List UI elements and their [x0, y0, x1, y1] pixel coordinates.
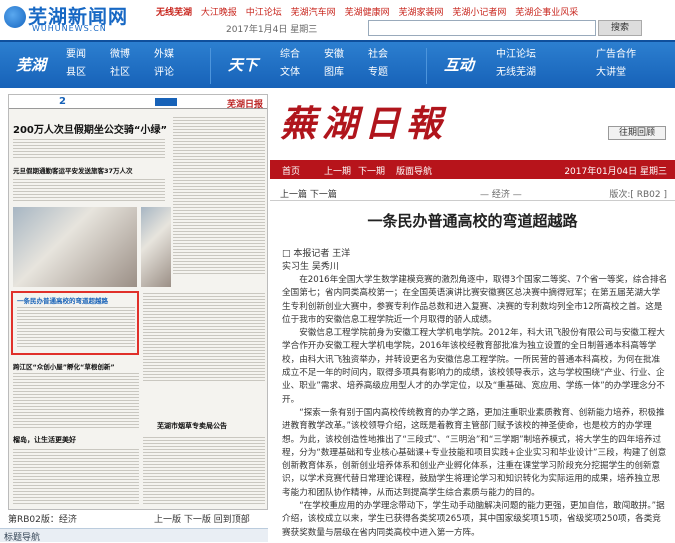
next-page-link[interactable]: 下一版 [184, 515, 211, 525]
paper-name: 芜湖日报 [226, 100, 263, 110]
page-number: 2 [59, 96, 66, 107]
title-nav-label: 标题导航 [4, 533, 41, 543]
nav-link[interactable]: 评论 [154, 64, 174, 82]
page-pager: 上一版 下一版 回到顶部 [154, 512, 250, 525]
search-button[interactable]: 搜索 [598, 20, 642, 36]
issue-date: 2017年01月04日 星期三 [564, 167, 667, 177]
top-link[interactable]: 大江晚报 [201, 8, 237, 18]
page-headline[interactable]: 跨江区“众创小屋”孵化“草根创新” [13, 361, 139, 371]
nav-link[interactable]: 外媒 [154, 46, 174, 64]
nav-block-title[interactable]: 互动 [444, 54, 474, 75]
nav-column: 社会 专题 [368, 46, 388, 82]
prev-article-link[interactable]: 上一篇 [280, 190, 307, 200]
highlighted-article[interactable]: 一条民办普通高校的弯道超越路 [11, 291, 139, 355]
nav-link[interactable]: 要闻 [66, 46, 86, 64]
article-paragraph: 在2016年全国大学生数学建模竞赛的激烈角逐中，取得3个国家二等奖、7个省一等奖… [282, 275, 668, 325]
back-to-top-link[interactable]: 回到顶部 [214, 515, 250, 525]
back-issues-button[interactable]: 往期回顾 [608, 126, 666, 140]
page-text-block [17, 305, 135, 349]
nav-link[interactable]: 文体 [280, 64, 300, 82]
nav-column: 微博 社区 [110, 46, 130, 82]
page-text-block [13, 137, 165, 159]
prev-issue-link[interactable]: 上一期 [324, 164, 351, 177]
nav-column: 要闻 县区 [66, 46, 86, 82]
main-nav: 芜湖 要闻 县区 微博 社区 外媒 评论 天下 综合 文体 安徽 图库 社会 专… [0, 40, 675, 88]
article-title: 一条民办普通高校的弯道超越路 [367, 212, 578, 230]
nav-link[interactable]: 专题 [368, 64, 388, 82]
nav-column: 外媒 评论 [154, 46, 174, 82]
logo-subtext: WUHUNEWS.CN [32, 24, 107, 33]
site-logo[interactable]: 芜湖新闻网 WUHUNEWS.CN [4, 4, 164, 36]
top-link[interactable]: 芜湖企事业风采 [515, 8, 578, 18]
page-photo [141, 207, 171, 287]
newspaper-page-image[interactable]: 2 芜湖日报 200万人次旦假期坐公交骑“小绿” 元旦假期通勤客运平安发送旅客3… [8, 94, 268, 510]
nav-link[interactable]: 广告合作 [596, 46, 636, 64]
nav-column: 安徽 图库 [324, 46, 344, 82]
nav-column: 综合 文体 [280, 46, 300, 82]
nav-link[interactable]: 社区 [110, 64, 130, 82]
next-article-link[interactable]: 下一篇 [310, 190, 337, 200]
nav-link[interactable]: 安徽 [324, 46, 344, 64]
next-issue-link[interactable]: 下一期 [358, 164, 385, 177]
nav-link[interactable]: 无线芜湖 [496, 64, 536, 82]
article-paragraph: “在学校重应用的办学理念带动下，学生动手动脑解决问题的能力更强，更加自信，敢闯敢… [282, 501, 665, 538]
nav-block-title[interactable]: 芜湖 [16, 54, 46, 75]
page-headline[interactable]: 元旦假期通勤客运平安发送旅客37万人次 [13, 165, 169, 175]
top-link[interactable]: 芜湖健康网 [345, 8, 390, 18]
article-body: 在2016年全国大学生数学建模竞赛的激烈角逐中，取得3个国家二等奖、7个省一等奖… [282, 274, 668, 540]
top-link[interactable]: 芜湖家装网 [398, 8, 443, 18]
page-text-block [173, 115, 265, 275]
paper-brand-logo: 蕪湖日報 [280, 103, 449, 145]
section-name: — 经济 — [480, 190, 522, 200]
nav-divider [210, 48, 211, 84]
nav-link[interactable]: 图库 [324, 64, 344, 82]
top-link[interactable]: 芜湖小记者网 [452, 8, 506, 18]
issue-nav-bar: 首页 上一期 下一期 版面导航 2017年01月04日 星期三 [270, 160, 675, 179]
site-header: 芜湖新闻网 WUHUNEWS.CN 无线芜湖 大江晚报 中江论坛 芜湖汽车网 芜… [0, 0, 675, 36]
search-input[interactable] [368, 20, 596, 36]
edition-label: 版次:[ RB02 ] [609, 190, 667, 200]
page-text-block [143, 435, 265, 505]
page-nav-link[interactable]: 版面导航 [396, 164, 432, 177]
page-text-block [13, 447, 139, 505]
page-headline[interactable]: 200万人次旦假期坐公交骑“小绿” [13, 121, 173, 136]
top-link[interactable]: 中江论坛 [246, 8, 282, 18]
page-text-block [13, 177, 165, 203]
top-links: 无线芜湖 大江晚报 中江论坛 芜湖汽车网 芜湖健康网 芜湖家装网 芜湖小记者网 … [156, 5, 584, 18]
header-date: 2017年1月4日 星期三 [226, 25, 318, 35]
prev-page-link[interactable]: 上一版 [154, 515, 181, 525]
page-headline[interactable]: 榴岛，让生活更美好 [13, 435, 139, 445]
nav-column: 中江论坛 无线芜湖 [496, 46, 536, 82]
nav-link[interactable]: 县区 [66, 64, 86, 82]
logo-mark-icon [4, 6, 26, 28]
page-text-block [143, 291, 265, 381]
article-paragraph: “探索一条有别于国内高校传统教育的办学之路，更加注重职业素质教育、创新能力培养，… [282, 407, 667, 498]
nav-link[interactable]: 综合 [280, 46, 300, 64]
section-tag [155, 98, 177, 106]
page-headline[interactable]: 芜湖市烟草专卖局公告 [157, 421, 267, 431]
nav-link[interactable]: 中江论坛 [496, 46, 536, 64]
page-headline: 一条民办普通高校的弯道超越路 [17, 297, 108, 305]
nav-block-title[interactable]: 天下 [228, 54, 258, 75]
article-paragraph: 安徽信息工程学院前身为安徽工程大学机电学院。2012年，科大讯飞股份有限公司与安… [282, 328, 665, 405]
page-text-block [13, 371, 139, 429]
byline-reporter: □ 本报记者 王洋 [282, 249, 351, 259]
page-edition-label: 第RB02版：经济 [8, 515, 77, 525]
top-link[interactable]: 无线芜湖 [156, 8, 192, 18]
page-band: 2 芜湖日报 [9, 95, 267, 110]
top-link[interactable]: 芜湖汽车网 [291, 8, 336, 18]
byline-intern: 实习生 吴秀川 [282, 262, 339, 272]
page-footer: 第RB02版：经济 上一版 下一版 回到顶部 [8, 512, 250, 525]
article-pager: 上一篇 下一篇 [280, 187, 337, 200]
nav-link[interactable]: 微博 [110, 46, 130, 64]
home-link[interactable]: 首页 [282, 164, 300, 177]
page-photo [13, 207, 137, 287]
article-byline: □ 本报记者 王洋 实习生 吴秀川 [282, 248, 350, 274]
nav-column: 广告合作 大讲堂 [596, 46, 636, 82]
nav-link[interactable]: 社会 [368, 46, 388, 64]
article-nav-bar: 上一篇 下一篇 — 经济 — 版次:[ RB02 ] [270, 185, 675, 201]
nav-divider [426, 48, 427, 84]
title-nav-header: 标题导航 [0, 528, 268, 543]
nav-link[interactable]: 大讲堂 [596, 64, 636, 82]
